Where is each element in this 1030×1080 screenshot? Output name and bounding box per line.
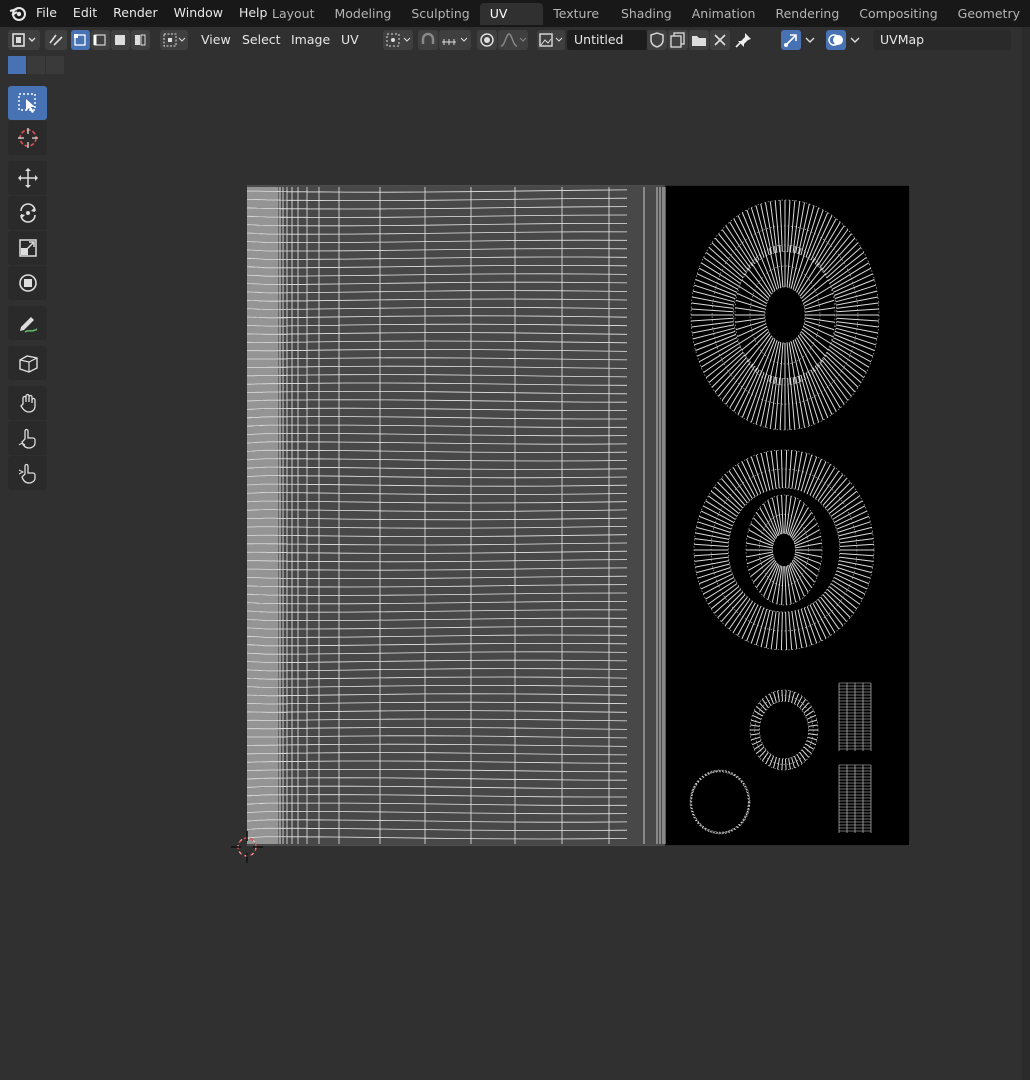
scale-tool[interactable] (8, 231, 47, 265)
select-box-tool[interactable] (8, 86, 47, 120)
magnet-icon (421, 32, 435, 44)
pin-image-button[interactable] (733, 30, 755, 50)
menu-image[interactable]: Image (291, 32, 330, 47)
sync-arrows-icon (49, 34, 63, 46)
cursor-icon (17, 128, 38, 148)
tab-layout[interactable]: Layout (262, 3, 325, 25)
fake-user-button[interactable] (647, 30, 667, 50)
select-subtract-button[interactable] (46, 56, 64, 74)
select-extend-button[interactable] (27, 56, 45, 74)
proportional-editing-toggle[interactable] (477, 30, 497, 50)
grab-tool[interactable] (8, 386, 47, 420)
menu-view[interactable]: View (201, 32, 231, 47)
chevron-down-icon (850, 37, 860, 43)
chevron-down-icon (805, 37, 815, 43)
blender-logo-icon[interactable] (9, 4, 27, 22)
uv-canvas[interactable] (247, 185, 910, 846)
gizmo-arrow-icon (784, 34, 797, 47)
open-image-button[interactable] (689, 30, 709, 50)
top-bar: File Edit Render Window Help Layout Mode… (0, 0, 1030, 43)
snap-increment-icon (442, 37, 468, 45)
folder-icon (692, 36, 706, 46)
rip-region-tool[interactable] (8, 346, 47, 380)
proportional-falloff-dropdown[interactable] (498, 30, 528, 50)
dense-wire-region (247, 187, 281, 844)
transform-icon (18, 274, 37, 292)
sticky-select-icon (163, 33, 186, 47)
uv-editor-header: View Select Image UV Untitled UVMap (0, 27, 1030, 53)
menu-window[interactable]: Window (166, 5, 231, 20)
rip-region-icon (18, 355, 38, 373)
tab-modeling[interactable]: Modeling (325, 3, 402, 25)
uv-editor-icon (12, 33, 36, 47)
rotate-icon (19, 203, 36, 223)
sticky-selection-dropdown[interactable] (160, 30, 188, 50)
image-browse-dropdown[interactable] (537, 30, 565, 50)
menu-select[interactable]: Select (242, 32, 281, 47)
select-box-icon (17, 93, 36, 113)
gizmo-dropdown[interactable] (802, 30, 818, 50)
sidebar-edge (1022, 27, 1030, 1080)
relax-icon (18, 428, 36, 449)
move-icon (17, 168, 38, 188)
move-tool[interactable] (8, 161, 47, 195)
pivot-point-dropdown[interactable] (383, 30, 413, 50)
main-menu: File Edit Render Window Help (28, 0, 275, 24)
editor-type-dropdown[interactable] (8, 30, 40, 50)
sync-selection-toggle[interactable] (45, 30, 67, 50)
falloff-curve-icon (500, 33, 527, 47)
workspace-tabs: Layout Modeling Sculpting UV Editing Tex… (262, 3, 1030, 43)
island-select-mode[interactable] (131, 30, 150, 50)
vertex-mode-icon (74, 34, 86, 46)
island-mode-icon (135, 34, 146, 46)
tab-animation[interactable]: Animation (682, 3, 766, 25)
2d-cursor-icon[interactable] (230, 830, 264, 864)
tab-geometry-nodes[interactable]: Geometry Nodes (948, 3, 1030, 43)
unlink-image-button[interactable] (710, 30, 730, 50)
tab-uv-editing[interactable]: UV Editing (479, 3, 544, 43)
tab-compositing[interactable]: Compositing (849, 3, 947, 25)
close-icon (714, 34, 726, 46)
new-image-button[interactable] (668, 30, 688, 50)
menu-render[interactable]: Render (105, 5, 166, 20)
rotate-tool[interactable] (8, 196, 47, 230)
menu-file[interactable]: File (28, 5, 65, 20)
snap-toggle[interactable] (418, 30, 438, 50)
image-icon (539, 33, 563, 47)
tab-rendering[interactable]: Rendering (765, 3, 849, 25)
annotate-icon (19, 317, 37, 333)
selection-mode-buttons (8, 56, 65, 74)
transform-tool[interactable] (8, 266, 47, 300)
pivot-icon (386, 33, 411, 47)
overlays-icon (828, 34, 843, 46)
proportional-edit-icon (480, 33, 494, 47)
tab-sculpting[interactable]: Sculpting (401, 3, 479, 25)
scale-icon (18, 239, 37, 257)
relax-tool[interactable] (8, 421, 47, 455)
uv-map-field[interactable]: UVMap (873, 30, 1011, 50)
menu-uv[interactable]: UV (341, 32, 359, 47)
face-select-mode[interactable] (111, 30, 130, 50)
snap-target-dropdown[interactable] (439, 30, 471, 50)
menu-edit[interactable]: Edit (65, 5, 105, 20)
gizmo-toggle[interactable] (781, 30, 801, 50)
shield-icon (650, 32, 664, 48)
select-new-button[interactable] (8, 56, 26, 74)
tab-texture-paint[interactable]: Texture Paint (543, 3, 611, 43)
duplicate-icon (670, 32, 685, 48)
face-mode-icon (115, 35, 125, 45)
overlays-toggle[interactable] (826, 30, 846, 50)
overlays-dropdown[interactable] (847, 30, 863, 50)
cursor-tool[interactable] (8, 121, 47, 155)
pinch-tool[interactable] (8, 456, 47, 490)
image-name-field[interactable]: Untitled (567, 30, 647, 50)
grab-icon (19, 393, 36, 413)
vertex-select-mode[interactable] (71, 30, 90, 50)
pinch-icon (18, 463, 36, 484)
edge-select-mode[interactable] (91, 30, 110, 50)
edge-mode-icon (93, 34, 106, 46)
annotate-tool[interactable] (8, 306, 47, 340)
tab-shading[interactable]: Shading (611, 3, 682, 25)
pin-icon (735, 33, 751, 48)
